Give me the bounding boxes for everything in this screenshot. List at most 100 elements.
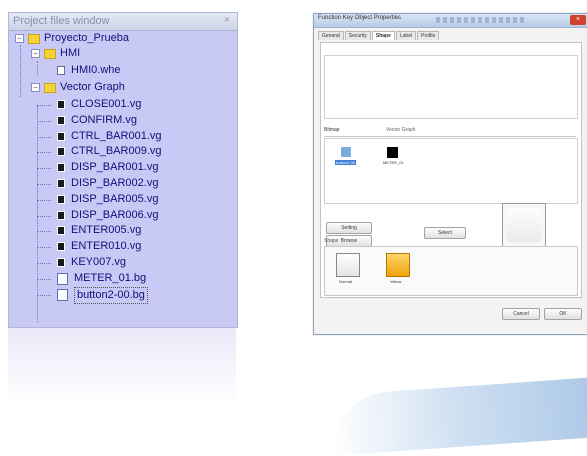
window-reflection xyxy=(8,328,236,416)
ok-button[interactable]: OK xyxy=(544,308,582,320)
swatch-label: METER_01 xyxy=(383,160,404,165)
tab-label[interactable]: Label xyxy=(395,31,417,40)
project-tree: − Proyecto_Prueba − HMI HMI0.whe − Vector G… xyxy=(9,31,237,327)
option-normal-swatch[interactable] xyxy=(336,253,360,277)
tree-line xyxy=(37,61,38,75)
option-yellow-swatch[interactable] xyxy=(386,253,410,277)
folder-icon xyxy=(44,83,56,93)
file-icon xyxy=(57,116,65,125)
dialog-footer: Cancel OK xyxy=(314,302,587,334)
file-icon xyxy=(57,66,65,75)
collapse-icon[interactable]: − xyxy=(31,49,40,58)
shape-preview xyxy=(502,203,546,247)
file-icon xyxy=(57,100,65,109)
tree-item-file[interactable]: ENTER005.vg xyxy=(37,223,142,238)
tree-item-file[interactable]: DISP_BAR001.vg xyxy=(37,160,159,175)
tree-item-label: DISP_BAR002.vg xyxy=(71,177,159,189)
shape-panel: Bitmap Vector Graph button2-00 METER_01 … xyxy=(320,42,582,298)
tree-item-file[interactable]: DISP_BAR005.vg xyxy=(37,192,159,207)
tree-item-label: DISP_BAR006.vg xyxy=(71,209,159,221)
dialog-title-bar: Function Key Object Properties × xyxy=(314,14,587,28)
file-icon xyxy=(57,242,65,251)
file-icon xyxy=(57,132,65,141)
tab-shape[interactable]: Shape xyxy=(371,31,395,40)
folder-icon xyxy=(44,49,56,59)
tree-item-file[interactable]: ENTER010.vg xyxy=(37,239,142,254)
tree-line xyxy=(20,45,21,97)
tree-item-file[interactable]: CLOSE001.vg xyxy=(37,97,142,112)
vector-graph-label[interactable]: Vector Graph xyxy=(386,127,415,133)
tree-item-label: ENTER005.vg xyxy=(71,224,142,236)
tree-line xyxy=(37,184,51,185)
dialog-title: Function Key Object Properties xyxy=(318,15,402,21)
group-label: Shape xyxy=(324,238,339,244)
tab-security[interactable]: Security xyxy=(344,31,371,40)
background-swoosh xyxy=(328,376,587,456)
tree-line xyxy=(37,231,51,232)
bitmap-label[interactable]: Bitmap xyxy=(324,127,340,133)
option-label: Yellow xyxy=(390,279,402,284)
option-label: Normal xyxy=(339,279,352,284)
tree-line xyxy=(37,263,51,264)
shape-options-group: Normal Yellow xyxy=(324,246,578,296)
file-icon xyxy=(57,195,65,204)
file-icon xyxy=(57,179,65,188)
shape-type-header: Bitmap Vector Graph xyxy=(324,127,576,137)
tree-line xyxy=(37,279,51,280)
tree-item-label: CLOSE001.vg xyxy=(71,98,142,110)
collapse-icon[interactable]: − xyxy=(15,34,24,43)
file-icon xyxy=(57,211,65,220)
properties-dialog: Function Key Object Properties × General… xyxy=(313,13,587,335)
tree-line xyxy=(37,295,51,296)
tree-item-project[interactable]: − Proyecto_Prueba xyxy=(15,31,129,46)
bitmap-swatch[interactable] xyxy=(387,147,398,158)
tree-line xyxy=(37,247,51,248)
tree-line xyxy=(37,106,38,322)
tree-item-label: DISP_BAR001.vg xyxy=(71,161,159,173)
tab-general[interactable]: General xyxy=(318,31,344,40)
tab-profile[interactable]: Profile xyxy=(417,31,440,40)
tree-line xyxy=(37,137,51,138)
collapse-icon[interactable]: − xyxy=(31,83,40,92)
tree-line xyxy=(37,200,51,201)
tree-item-label: METER_01.bg xyxy=(74,272,147,284)
tree-item-label: HMI0.whe xyxy=(71,64,121,76)
tree-item-hmi-file[interactable]: HMI0.whe xyxy=(57,63,121,78)
swatch-label: button2-00 xyxy=(335,160,357,165)
close-icon[interactable]: × xyxy=(224,14,230,26)
tree-item-file[interactable]: DISP_BAR006.vg xyxy=(37,208,159,223)
close-icon[interactable]: × xyxy=(570,15,586,25)
project-files-title-bar: Project files window × xyxy=(9,13,237,31)
tree-item-file[interactable]: METER_01.bg xyxy=(37,271,147,286)
tree-line xyxy=(37,216,51,217)
file-icon xyxy=(57,163,65,172)
tree-item-label: CTRL_BAR001.vg xyxy=(71,130,162,142)
tree-item-label: Vector Graph xyxy=(60,81,125,93)
tree-item-label: ENTER010.vg xyxy=(71,240,142,252)
cancel-button[interactable]: Cancel xyxy=(502,308,540,320)
tree-item-file[interactable]: CONFIRM.vg xyxy=(37,113,137,128)
project-files-title: Project files window xyxy=(13,15,110,27)
shape-list-area[interactable] xyxy=(324,55,578,119)
tree-item-file[interactable]: CTRL_BAR001.vg xyxy=(37,129,162,144)
select-button[interactable]: Select xyxy=(424,227,466,239)
file-icon xyxy=(57,289,68,301)
folder-icon xyxy=(28,34,40,44)
tree-item-file[interactable]: CTRL_BAR009.vg xyxy=(37,144,162,159)
tree-item-label: CONFIRM.vg xyxy=(71,114,137,126)
tree-line xyxy=(37,105,51,106)
tree-item-vector-graph[interactable]: − Vector Graph xyxy=(31,80,125,95)
tree-item-label: Proyecto_Prueba xyxy=(44,32,129,44)
tree-item-label: DISP_BAR005.vg xyxy=(71,193,159,205)
file-icon xyxy=(57,258,65,267)
tree-item-hmi[interactable]: − HMI xyxy=(31,46,80,61)
tree-line xyxy=(37,121,51,122)
file-icon xyxy=(57,226,65,235)
dialog-tabs: General Security Shape Label Profile xyxy=(318,31,440,41)
tree-item-file[interactable]: button2-00.bg xyxy=(37,287,148,304)
tree-item-file[interactable]: KEY007.vg xyxy=(37,255,126,270)
bitmap-swatch-selected[interactable] xyxy=(341,147,351,157)
tree-item-label: CTRL_BAR009.vg xyxy=(71,145,162,157)
setting-button[interactable]: Setting xyxy=(326,222,372,234)
tree-item-file[interactable]: DISP_BAR002.vg xyxy=(37,176,159,191)
